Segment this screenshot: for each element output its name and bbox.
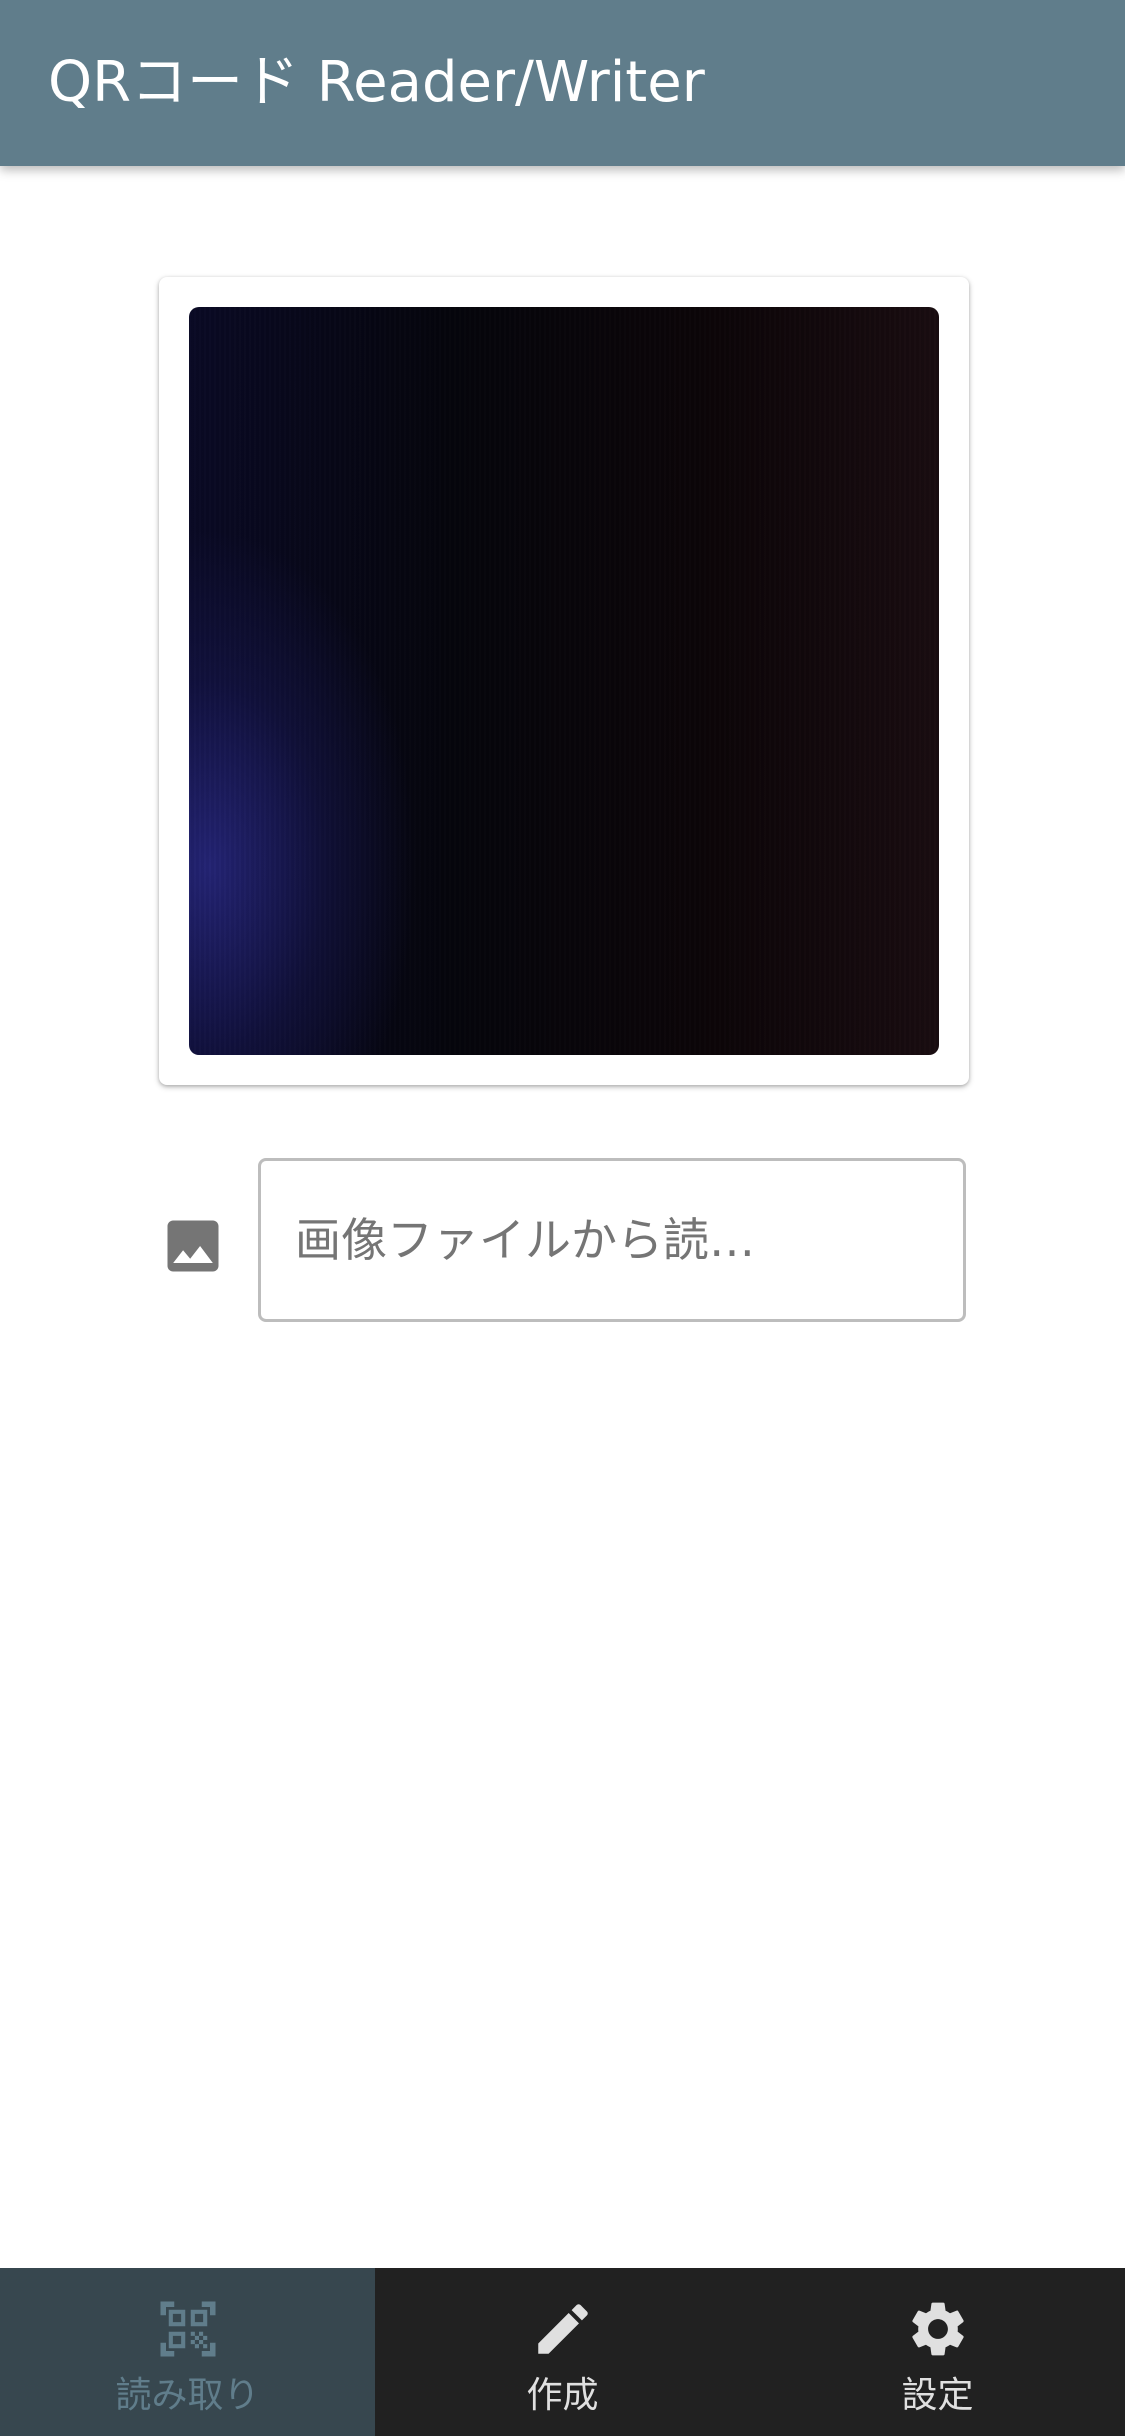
nav-item-create[interactable]: 作成 <box>375 2268 750 2436</box>
image-file-input-placeholder: 画像ファイルから読… <box>295 1213 755 1267</box>
nav-item-settings[interactable]: 設定 <box>750 2268 1125 2436</box>
file-input-row: 画像ファイルから読… <box>159 1158 969 1326</box>
nav-label-create: 作成 <box>526 2375 599 2416</box>
qr-code-scanner-icon <box>160 2301 215 2357</box>
nav-label-read: 読み取り <box>115 2375 260 2416</box>
image-icon <box>167 1220 219 1272</box>
camera-card <box>159 277 969 1085</box>
app-bar: QRコード Reader/Writer <box>0 0 1125 166</box>
camera-preview[interactable] <box>189 307 939 1055</box>
image-file-input[interactable]: 画像ファイルから読… <box>258 1158 966 1322</box>
pencil-icon <box>537 2304 588 2354</box>
app-title: QRコード Reader/Writer <box>48 50 705 115</box>
bottom-navigation: 読み取り 作成 設定 <box>0 2268 1125 2436</box>
nav-item-read[interactable]: 読み取り <box>0 2268 375 2436</box>
gear-icon <box>911 2302 964 2356</box>
nav-label-settings: 設定 <box>901 2375 974 2416</box>
